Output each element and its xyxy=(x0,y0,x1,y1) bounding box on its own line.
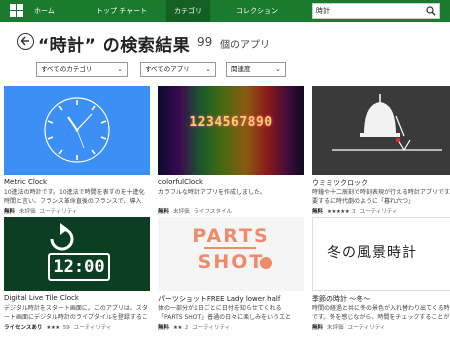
thumbnail-digits: 1234567890 xyxy=(189,115,273,130)
app-price: 無料 xyxy=(4,209,16,215)
chevron-down-icon: ⌄ xyxy=(117,65,123,73)
app-rating-count: 2 xyxy=(184,325,189,331)
app-tile-digital-live-tile-clock[interactable]: 12:00 Digital Live Tile Clock デジタル時計をスター… xyxy=(4,216,150,338)
app-tile-parts-shot[interactable]: PARTS SHOT パーツショットFREE Lady lower half 体… xyxy=(158,216,304,338)
search-icon[interactable] xyxy=(426,6,436,16)
chevron-down-icon: ⌄ xyxy=(205,65,211,73)
app-rating: 未評価 xyxy=(19,209,36,215)
app-thumbnail: 12:00 xyxy=(4,217,150,291)
sort-value: 関連度 xyxy=(231,65,251,73)
app-thumbnail: 冬の風景時計 xyxy=(312,217,450,291)
app-meta: 無料 未評価 ユーティリティ xyxy=(312,323,450,331)
back-button[interactable] xyxy=(17,33,34,50)
app-description: 時鐘や十二辰刻で時刻表現が行える時計アプリです。要するに時代劇のように「暮れ六つ… xyxy=(312,189,450,205)
thumbnail-calligraphy: 冬の風景時計 xyxy=(327,245,417,261)
back-arrow-icon xyxy=(20,36,29,46)
page-title: “時計” の検索結果 xyxy=(38,36,191,56)
app-name: 季節の時計 〜冬〜 xyxy=(312,295,371,303)
app-category: ユーティリティ xyxy=(359,209,398,215)
app-rating-stars: ★★ xyxy=(173,325,182,331)
app-name: Digital Live Tile Clock xyxy=(4,294,79,302)
app-rating-count: 3 xyxy=(352,209,356,215)
bell-icon xyxy=(332,94,442,152)
app-description: 時間の経過と共に冬の景色が入れ替わり出てくる時計です。冬を感じながら、時間をチェ… xyxy=(312,305,450,321)
nav-home[interactable]: ホーム xyxy=(34,0,55,22)
top-nav-bar: ホーム トップ チャート カテゴリ コレクション xyxy=(0,0,450,22)
app-type-filter-value: すべてのアプリ xyxy=(145,65,190,73)
app-description: 10進法の時計です。10進法で時間を表すのを十進化時間と言い、フランス革命直後の… xyxy=(4,189,145,205)
app-category: ユーティリティ xyxy=(39,209,78,215)
app-thumbnail xyxy=(312,86,450,175)
app-tile-umimitsu-clock[interactable]: ウミミツクロック 時鐘や十二辰刻で時刻表現が行える時計アプリです。要するに時代劇… xyxy=(312,86,450,216)
app-meta: 無料 未評価 ユーティリティ xyxy=(4,207,150,215)
clock-face-icon xyxy=(44,97,110,163)
app-name: ウミミツクロック xyxy=(312,179,368,187)
result-count: 99 xyxy=(197,35,213,49)
nav-top-charts[interactable]: トップ チャート xyxy=(96,0,147,22)
category-filter-dropdown[interactable]: すべてのカテゴリ ⌄ xyxy=(36,62,128,77)
thumbnail-digital-time: 12:00 xyxy=(48,253,110,281)
app-thumbnail xyxy=(4,86,150,175)
app-description: 体の一部分が1日ごとに日付を知らせてくれる「PARTS SHOT」普通の日々に楽… xyxy=(158,305,292,321)
camera-icon xyxy=(204,247,272,269)
app-meta: 無料 ★★ 2 ユーティリティ xyxy=(158,323,304,331)
app-thumbnail: 1234567890 xyxy=(158,86,304,175)
app-name: パーツショットFREE Lady lower half xyxy=(158,295,281,303)
app-description: カラフルな時計アプリを作成しました。 xyxy=(158,189,267,196)
app-rating: 未評価 xyxy=(173,209,190,215)
app-tile-metric-clock[interactable]: Metric Clock 10進法の時計です。10進法で時間を表すのを十進化時間… xyxy=(4,86,150,216)
app-meta: ライセンスあり ★★★ 59 ユーティリティ xyxy=(4,323,150,331)
app-price: ライセンスあり xyxy=(4,325,43,331)
app-rating: 未評価 xyxy=(327,325,344,331)
windows-store-icon[interactable] xyxy=(10,4,23,17)
app-type-filter-dropdown[interactable]: すべてのアプリ ⌄ xyxy=(140,62,216,77)
app-tile-seasonal-clock-winter[interactable]: 冬の風景時計 季節の時計 〜冬〜 時間の経過と共に冬の景色が入れ替わり出てくる時… xyxy=(312,216,450,338)
category-filter-value: すべてのカテゴリ xyxy=(41,65,93,73)
app-description: デジタル時計をスタート画面に。このアプリは、スタート画面にデジタル時計のライブタ… xyxy=(4,305,148,321)
app-rating-count: 59 xyxy=(62,325,70,331)
app-rating-stars: ★★★ xyxy=(46,325,60,331)
app-tile-colorful-clock[interactable]: 1234567890 colorfulClock カラフルな時計アプリを作成しま… xyxy=(158,86,304,216)
nav-collections[interactable]: コレクション xyxy=(236,0,278,22)
app-category: ライフスタイル xyxy=(193,209,233,215)
app-price: 無料 xyxy=(158,209,170,215)
sort-dropdown[interactable]: 関連度 ⌄ xyxy=(226,62,286,77)
app-price: 無料 xyxy=(312,325,324,331)
app-name: colorfulClock xyxy=(158,178,204,186)
chevron-down-icon: ⌄ xyxy=(275,65,281,73)
search-box[interactable] xyxy=(312,3,440,19)
app-thumbnail: PARTS SHOT xyxy=(158,217,304,291)
app-meta: 無料 未評価 ライフスタイル xyxy=(158,207,304,215)
app-category: ユーティリティ xyxy=(347,325,386,331)
app-meta: 無料 ★★★★★ 3 ユーティリティ xyxy=(312,207,450,215)
search-input[interactable] xyxy=(316,5,424,17)
app-category: ユーティリティ xyxy=(73,325,112,331)
result-count-label: 個のアプリ xyxy=(220,40,270,51)
app-category: ユーティリティ xyxy=(192,325,231,331)
app-name: Metric Clock xyxy=(4,178,48,186)
nav-categories[interactable]: カテゴリ xyxy=(166,0,210,22)
app-price: 無料 xyxy=(158,325,170,331)
app-rating-stars: ★★★★★ xyxy=(327,209,350,215)
app-price: 無料 xyxy=(312,209,324,215)
